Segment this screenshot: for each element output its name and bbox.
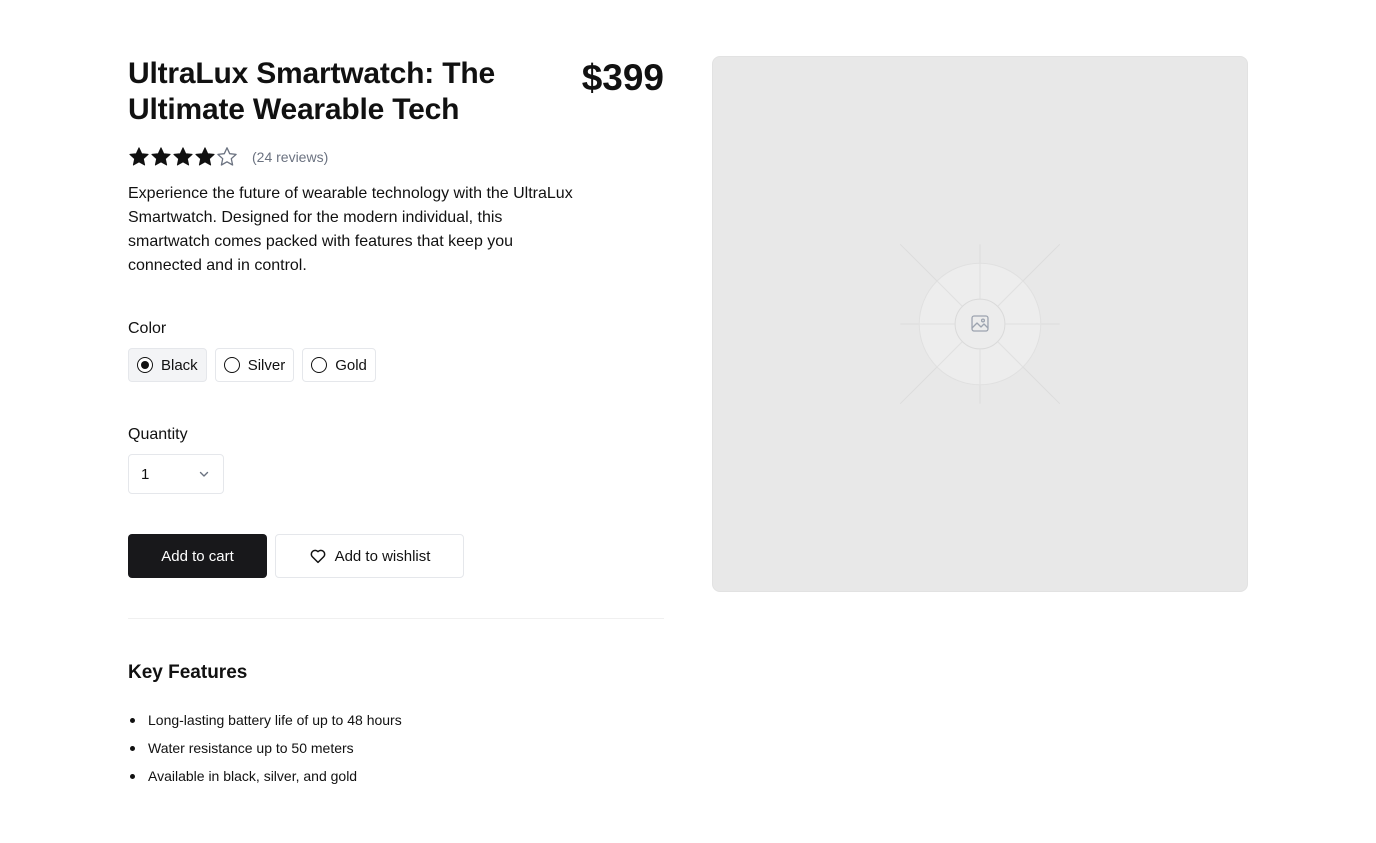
product-image[interactable]: [712, 56, 1248, 592]
section-divider: [128, 618, 664, 619]
product-page: UltraLux Smartwatch: The Ultimate Wearab…: [0, 0, 1376, 843]
quantity-section: Quantity 1: [128, 426, 664, 494]
color-option-label: Gold: [335, 356, 367, 374]
color-option-silver[interactable]: Silver: [214, 348, 295, 382]
radio-gold[interactable]: [311, 357, 328, 373]
star-filled-icon: [129, 147, 149, 166]
color-option-black[interactable]: Black: [128, 348, 207, 382]
color-option-label: Silver: [247, 356, 286, 374]
features-list: Long-lasting battery life of up to 48 ho…: [128, 706, 664, 790]
feature-item: Available in black, silver, and gold: [128, 762, 664, 790]
quantity-select[interactable]: 1: [128, 454, 224, 494]
star-filled-icon: [151, 147, 171, 166]
product-description: Experience the future of wearable techno…: [128, 185, 573, 274]
features-title: Key Features: [128, 662, 248, 683]
quantity-value: 1: [141, 465, 150, 483]
star-rating: [128, 146, 238, 168]
reviews-count[interactable]: (24 reviews): [252, 149, 328, 165]
image-placeholder-icon: [899, 243, 1061, 405]
star-filled-icon: [173, 147, 193, 166]
feature-item: Long-lasting battery life of up to 48 ho…: [128, 706, 664, 734]
feature-item: Water resistance up to 50 meters: [128, 734, 664, 762]
rating-row: (24 reviews): [128, 144, 664, 170]
radio-silver[interactable]: [223, 357, 240, 373]
add-to-wishlist-label: Add to wishlist: [334, 547, 431, 565]
product-details: UltraLux Smartwatch: The Ultimate Wearab…: [128, 56, 664, 790]
chevron-down-icon: [199, 471, 209, 477]
quantity-label: Quantity: [128, 426, 188, 443]
product-title: UltraLux Smartwatch: The Ultimate Wearab…: [128, 57, 495, 126]
color-option-gold[interactable]: Gold: [302, 348, 376, 382]
action-buttons: Add to cart Add to wishlist: [128, 534, 664, 578]
color-section: Color Black Silver Gold: [128, 320, 664, 382]
heart-icon: [310, 549, 325, 564]
radio-black[interactable]: [137, 357, 153, 373]
add-to-wishlist-button[interactable]: Add to wishlist: [275, 534, 464, 578]
star-empty-icon: [217, 147, 237, 166]
title-row: UltraLux Smartwatch: The Ultimate Wearab…: [128, 56, 664, 128]
color-label: Color: [128, 320, 167, 337]
color-options: Black Silver Gold: [128, 348, 664, 382]
star-filled-icon: [195, 147, 215, 166]
color-option-label: Black: [161, 356, 198, 374]
product-price: $399: [581, 57, 664, 98]
add-to-cart-button[interactable]: Add to cart: [128, 534, 267, 578]
